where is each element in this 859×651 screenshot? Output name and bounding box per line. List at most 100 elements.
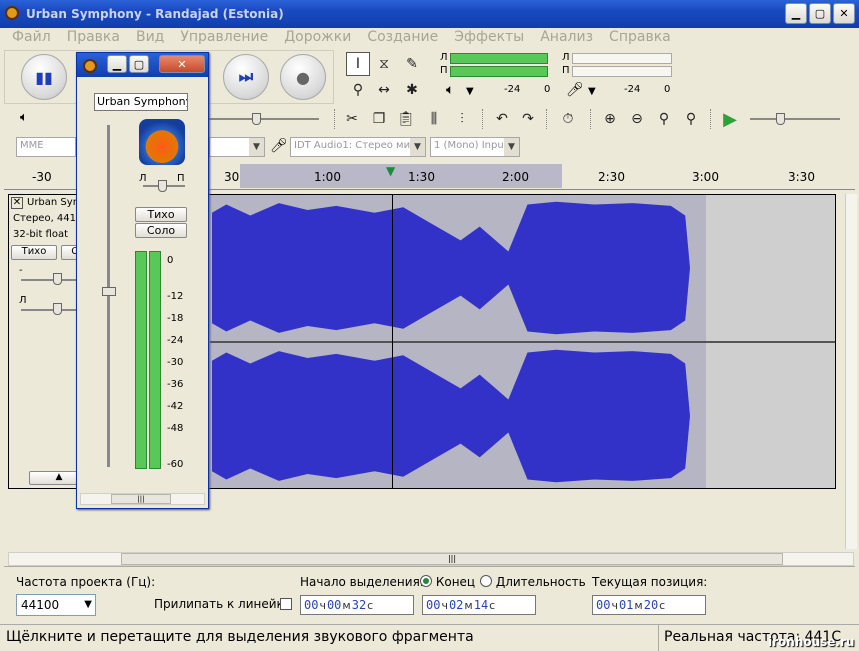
sync-lock-button[interactable]: ⏱: [556, 107, 580, 131]
window-titlebar: Urban Symphony - Randajad (Estonia) ▁ ▢ …: [0, 0, 859, 28]
mixer-minimize-button[interactable]: ▁: [107, 55, 127, 73]
copy-button[interactable]: ❐: [367, 107, 391, 131]
length-radio-icon: [480, 575, 492, 587]
input-channels-select[interactable]: 1 (Mono) Input ▼: [430, 137, 520, 157]
cut-button[interactable]: ✂: [340, 107, 364, 131]
record-button[interactable]: ●: [280, 54, 326, 100]
scrollbar-thumb[interactable]: |||: [121, 553, 783, 565]
input-device-select[interactable]: IDT Audio1: Стерео мик ▼: [290, 137, 426, 157]
envelope-tool[interactable]: ⧖: [372, 52, 396, 76]
rec-meter-left-label: Л: [562, 52, 570, 63]
track-mute-button[interactable]: Тихо: [11, 245, 57, 260]
close-icon: ✕: [839, 7, 849, 20]
paste-button[interactable]: 📋︎: [394, 107, 418, 131]
track-gain-slider[interactable]: [21, 279, 81, 281]
output-volume-thumb[interactable]: [252, 113, 261, 125]
minimize-icon: ▁: [112, 57, 122, 71]
horizontal-scrollbar[interactable]: |||: [8, 552, 854, 566]
selection-tool[interactable]: I: [346, 52, 370, 76]
silence-button[interactable]: ⫶: [450, 107, 474, 131]
track-pan-slider[interactable]: [21, 309, 81, 311]
output-device-select[interactable]: ▼: [209, 137, 265, 157]
play-speed-slider[interactable]: [750, 118, 840, 120]
menu-transport[interactable]: Управление: [172, 28, 276, 48]
multi-tool[interactable]: ✱: [400, 78, 424, 102]
ruler-tick: -30: [32, 170, 52, 184]
waveform-area[interactable]: [210, 195, 835, 488]
microphone-icon[interactable]: 🎤︎: [566, 82, 584, 98]
fit-selection-button[interactable]: ⚲: [652, 107, 676, 131]
skip-end-button[interactable]: ⏭: [223, 54, 269, 100]
menu-file[interactable]: Файл: [4, 28, 59, 48]
selection-start-time[interactable]: 00ч00м32с: [300, 595, 414, 615]
speaker-icon[interactable]: 🔈︎: [446, 82, 454, 98]
snap-to-checkbox[interactable]: [280, 598, 292, 610]
zoom-in-icon: ⊕: [604, 111, 616, 127]
audio-position-time[interactable]: 00ч01м20с: [592, 595, 706, 615]
playhead-marker-icon[interactable]: ▼: [386, 164, 395, 178]
redo-button[interactable]: ↷: [516, 107, 540, 131]
track-close-icon[interactable]: ✕: [11, 197, 23, 209]
end-radio[interactable]: Конец: [420, 575, 475, 589]
undo-button[interactable]: ↶: [490, 107, 514, 131]
mixer-gain-thumb[interactable]: [102, 287, 116, 296]
draw-tool[interactable]: ✎: [400, 52, 424, 76]
mixer-meter-right: [149, 251, 161, 469]
menu-help[interactable]: Справка: [601, 28, 679, 48]
minimize-button[interactable]: ▁: [785, 3, 807, 24]
length-radio[interactable]: Длительность: [480, 575, 586, 589]
menu-tracks[interactable]: Дорожки: [276, 28, 359, 48]
menu-effects[interactable]: Эффекты: [446, 28, 532, 48]
trim-button[interactable]: ⫼: [422, 107, 446, 131]
selection-start-label: Начало выделения:: [300, 575, 424, 589]
project-rate-label: Частота проекта (Гц):: [16, 575, 156, 589]
zoom-out-button[interactable]: ⊖: [625, 107, 649, 131]
menu-view[interactable]: Вид: [128, 28, 172, 48]
track-pan-thumb[interactable]: [53, 303, 62, 315]
mixer-pan-right-label: П: [177, 173, 185, 184]
mixer-track-name[interactable]: Urban Symphony -: [94, 93, 188, 111]
timeshift-tool[interactable]: ↔: [372, 78, 396, 102]
paste-icon: 📋︎: [397, 111, 415, 127]
menu-analyze[interactable]: Анализ: [532, 28, 601, 48]
mixer-scrollbar[interactable]: |||: [80, 493, 205, 505]
meter-dropdown-icon[interactable]: ▼: [466, 86, 474, 97]
mixer-scrollbar-thumb[interactable]: |||: [111, 494, 171, 504]
copy-icon: ❐: [372, 111, 386, 127]
tools-toolbar: I ⧖ ✎ ⚲ ↔ ✱: [342, 50, 432, 104]
play-speed-thumb[interactable]: [776, 113, 785, 125]
ruler-tick: 30: [224, 170, 240, 184]
mixer-pan-thumb[interactable]: [158, 180, 167, 192]
play-at-speed-button[interactable]: ▶: [718, 107, 742, 131]
mixer-close-button[interactable]: ✕: [159, 55, 205, 73]
input-channels-value: 1 (Mono) Input: [434, 140, 508, 151]
maximize-button[interactable]: ▢: [809, 3, 831, 24]
project-rate-value: 44100: [21, 598, 60, 612]
track-gain-thumb[interactable]: [53, 273, 62, 285]
zoom-in-button[interactable]: ⊕: [598, 107, 622, 131]
menu-bar: Файл Правка Вид Управление Дорожки Созда…: [0, 28, 859, 48]
audio-host-select[interactable]: MME: [16, 137, 76, 157]
output-volume-slider[interactable]: [209, 118, 319, 120]
mixer-maximize-button[interactable]: ▢: [129, 55, 149, 73]
menu-generate[interactable]: Создание: [359, 28, 446, 48]
mixer-mute-button[interactable]: Тихо: [135, 207, 187, 222]
audacity-icon: [83, 59, 97, 73]
arrows-horizontal-icon: ↔: [378, 82, 390, 98]
pause-button[interactable]: ▮▮: [21, 54, 67, 100]
menu-edit[interactable]: Правка: [59, 28, 128, 48]
vertical-scrollbar[interactable]: [845, 194, 857, 549]
mixer-gain-slider[interactable]: [107, 125, 110, 467]
fit-project-button[interactable]: ⚲: [679, 107, 703, 131]
close-button[interactable]: ✕: [833, 3, 855, 24]
mixer-solo-button[interactable]: Соло: [135, 223, 187, 238]
rec-meter-dropdown-icon[interactable]: ▼: [588, 86, 596, 97]
pan-label: Л: [19, 295, 27, 306]
audio-host-value: MME: [20, 140, 44, 151]
record-meter-right: [572, 66, 672, 77]
project-rate-select[interactable]: 44100 ▼: [16, 594, 96, 616]
pause-icon: ▮▮: [35, 67, 53, 87]
mixer-scale-label: -18: [167, 313, 184, 324]
selection-end-time[interactable]: 00ч02м14с: [422, 595, 536, 615]
zoom-tool[interactable]: ⚲: [346, 78, 370, 102]
